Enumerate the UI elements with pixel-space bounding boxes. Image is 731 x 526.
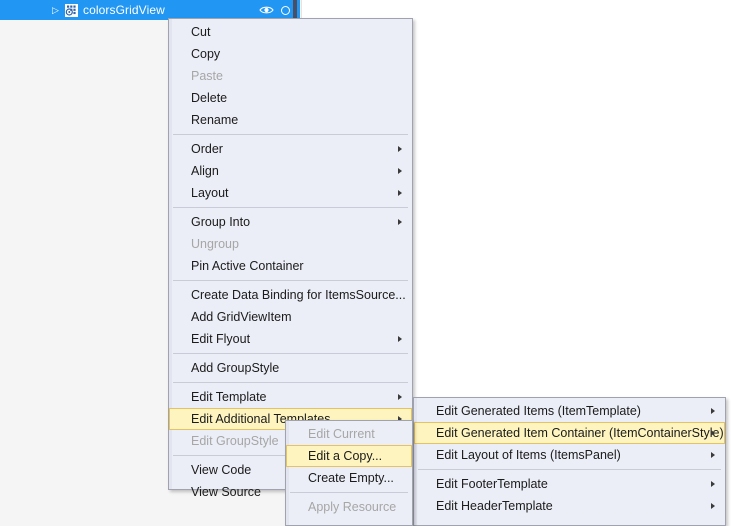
tree-item-label: colorsGridView [83, 3, 165, 17]
submenu-item-create-empty[interactable]: Create Empty... [286, 467, 412, 489]
menu-item-paste: Paste [191, 69, 223, 83]
circle-icon[interactable] [281, 5, 290, 15]
menu-separator [173, 207, 408, 208]
submenu-item-apply-resource: Apply Resource [308, 500, 397, 514]
menu-item-edit-flyout[interactable]: Edit Flyout [169, 328, 412, 350]
submenu-item-edit-footertemplate[interactable]: Edit FooterTemplate [414, 473, 725, 495]
menu-separator [173, 134, 408, 135]
gridview-icon [65, 3, 78, 17]
chevron-right-icon [398, 394, 402, 400]
item-container-style-submenu[interactable]: Edit Current Edit a Copy... Create Empty… [285, 420, 413, 526]
chevron-right-icon [711, 452, 715, 458]
chevron-right-icon [398, 190, 402, 196]
menu-item-group-into[interactable]: Group Into [169, 211, 412, 233]
chevron-right-icon [711, 503, 715, 509]
submenu-item-edit-current: Edit Current [308, 427, 375, 441]
menu-separator [173, 353, 408, 354]
submenu-item-edit-layout-of-items[interactable]: Edit Layout of Items (ItemsPanel) [414, 444, 725, 466]
menu-separator [173, 382, 408, 383]
chevron-right-icon [398, 168, 402, 174]
eye-icon[interactable] [259, 5, 274, 15]
menu-item-rename[interactable]: Rename [169, 109, 412, 131]
chevron-right-icon [711, 408, 715, 414]
menu-separator [173, 280, 408, 281]
tree-item-colorsgridview[interactable]: ▷ colorsGridView [0, 0, 300, 20]
triangle-right-icon[interactable]: ▷ [52, 5, 63, 15]
menu-item-add-gridviewitem[interactable]: Add GridViewItem [169, 306, 412, 328]
menu-item-layout[interactable]: Layout [169, 182, 412, 204]
menu-item-delete[interactable]: Delete [169, 87, 412, 109]
submenu-item-edit-generated-items[interactable]: Edit Generated Items (ItemTemplate) [414, 400, 725, 422]
menu-item-pin-active-container[interactable]: Pin Active Container [169, 255, 412, 277]
edit-additional-templates-submenu[interactable]: Edit Generated Items (ItemTemplate) Edit… [413, 397, 726, 526]
menu-item-cut[interactable]: Cut [169, 21, 412, 43]
chevron-right-icon [711, 481, 715, 487]
submenu-item-edit-generated-item-container[interactable]: Edit Generated Item Container (ItemConta… [414, 422, 725, 444]
menu-item-order[interactable]: Order [169, 138, 412, 160]
chevron-right-icon [398, 146, 402, 152]
menu-item-align[interactable]: Align [169, 160, 412, 182]
menu-item-ungroup: Ungroup [191, 237, 239, 251]
menu-separator [418, 469, 721, 470]
submenu-item-edit-a-copy[interactable]: Edit a Copy... [286, 445, 412, 467]
chevron-right-icon [711, 430, 715, 436]
submenu-item-edit-headertemplate[interactable]: Edit HeaderTemplate [414, 495, 725, 517]
panel-divider [293, 0, 297, 20]
chevron-right-icon [398, 219, 402, 225]
menu-item-create-data-binding[interactable]: Create Data Binding for ItemsSource... [169, 284, 412, 306]
menu-separator [290, 492, 408, 493]
chevron-right-icon [398, 336, 402, 342]
menu-item-copy[interactable]: Copy [169, 43, 412, 65]
menu-item-edit-template[interactable]: Edit Template [169, 386, 412, 408]
menu-item-add-groupstyle[interactable]: Add GroupStyle [169, 357, 412, 379]
